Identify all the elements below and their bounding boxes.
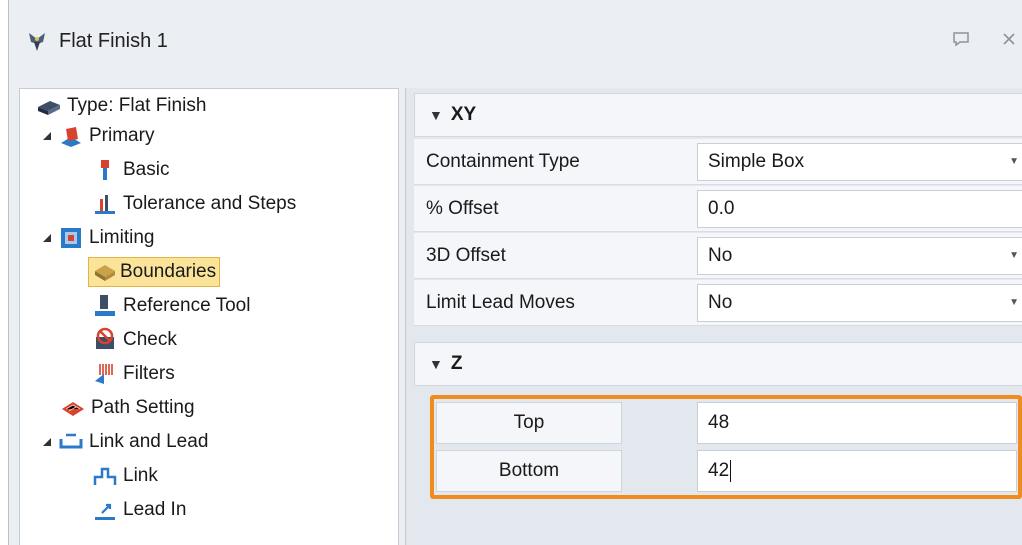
- link-icon: [93, 467, 117, 485]
- limiting-icon: [61, 228, 81, 248]
- tree-item-primary[interactable]: Primary: [40, 121, 157, 151]
- link-lead-icon: [59, 433, 83, 449]
- expanded-arrow-icon[interactable]: [40, 129, 54, 143]
- limit-lead-moves-dropdown[interactable]: No ▼: [697, 284, 1022, 322]
- section-title: Z: [450, 353, 463, 374]
- tree-item-filters[interactable]: Filters: [92, 359, 178, 389]
- tree-item-boundaries[interactable]: Boundaries: [88, 257, 221, 287]
- tree-item-link[interactable]: Link: [92, 461, 161, 491]
- boundaries-icon: [95, 265, 115, 281]
- dropdown-value: No: [708, 245, 733, 266]
- flat-finish-icon: [38, 101, 60, 115]
- close-icon[interactable]: [997, 30, 1021, 52]
- lead-in-icon: [95, 503, 115, 520]
- prop-label: Limit Lead Moves: [426, 292, 575, 313]
- prop-row-limit-lead-moves: Limit Lead Moves No ▼: [414, 280, 1022, 326]
- flat-finish-dialog: Flat Finish 1 Type: Flat Finish Primary …: [8, 0, 1022, 545]
- title-bar: Flat Finish 1: [9, 0, 1022, 88]
- tree-item-basic[interactable]: Basic: [92, 155, 172, 185]
- tree-item-limiting[interactable]: Limiting: [40, 223, 157, 253]
- reference-tool-icon: [95, 295, 115, 316]
- expanded-arrow-icon[interactable]: [40, 435, 54, 449]
- highlight-box: [430, 395, 1022, 499]
- tree-item-lead-in[interactable]: Lead In: [92, 495, 189, 525]
- section-header-z[interactable]: ▼ Z: [414, 342, 1022, 386]
- expanded-arrow-icon[interactable]: [40, 231, 54, 245]
- dropdown-value: No: [708, 292, 733, 313]
- tree-item-link-and-lead[interactable]: Link and Lead: [40, 427, 211, 457]
- tolerance-icon: [95, 195, 115, 214]
- tree-item-label: Boundaries: [120, 261, 217, 282]
- input-value: 0.0: [708, 198, 735, 219]
- tree-item-reference-tool[interactable]: Reference Tool: [92, 291, 253, 321]
- chevron-down-icon[interactable]: ▼: [1009, 238, 1019, 274]
- path-setting-icon: [62, 402, 84, 416]
- collapse-triangle-icon[interactable]: ▼: [429, 107, 443, 123]
- chevron-down-icon[interactable]: ▼: [1009, 144, 1019, 180]
- containment-type-dropdown[interactable]: Simple Box ▼: [697, 143, 1022, 181]
- flat-finish-app-icon: [29, 33, 45, 51]
- collapse-triangle-icon[interactable]: ▼: [429, 356, 443, 372]
- section-title: XY: [450, 104, 477, 125]
- parameter-tree: Type: Flat Finish Primary Basic Toleranc…: [19, 88, 399, 545]
- tree-item-path-setting[interactable]: Path Setting: [60, 393, 198, 423]
- prop-label: Containment Type: [426, 151, 580, 172]
- tree-item-tolerance-and-steps[interactable]: Tolerance and Steps: [92, 189, 299, 219]
- basic-icon: [101, 160, 109, 180]
- primary-icon: [61, 127, 81, 147]
- check-icon: [96, 327, 114, 349]
- offset-input[interactable]: 0.0: [697, 190, 1022, 228]
- prop-row-3d-offset: 3D Offset No ▼: [414, 233, 1022, 279]
- 3d-offset-dropdown[interactable]: No ▼: [697, 237, 1022, 275]
- prop-row-offset: % Offset 0.0: [414, 186, 1022, 232]
- chevron-down-icon[interactable]: ▼: [1009, 285, 1019, 321]
- window-title: Flat Finish 1: [59, 30, 168, 52]
- pin-icon[interactable]: [949, 30, 973, 52]
- tree-item-check[interactable]: Check: [92, 325, 180, 355]
- prop-label: 3D Offset: [426, 245, 506, 266]
- prop-row-containment-type: Containment Type Simple Box ▼: [414, 139, 1022, 185]
- tree-item-type[interactable]: Type: Flat Finish: [36, 91, 209, 121]
- dropdown-value: Simple Box: [708, 151, 805, 172]
- prop-label: % Offset: [426, 198, 499, 219]
- property-panel: ▼ XY Containment Type Simple Box ▼ % Off…: [405, 88, 1022, 545]
- section-header-xy[interactable]: ▼ XY: [414, 93, 1022, 137]
- filters-icon: [95, 364, 113, 384]
